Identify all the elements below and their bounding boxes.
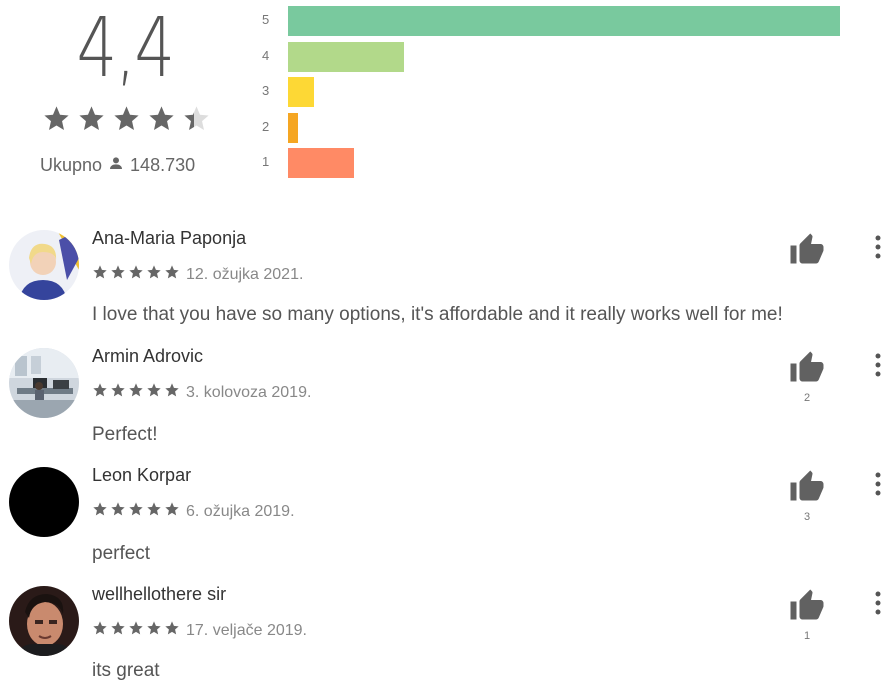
- star-icon: [92, 620, 108, 641]
- likes-count: 1: [803, 630, 811, 642]
- review-author: Leon Korpar: [92, 465, 192, 485]
- review-date: 6. ožujka 2019.: [186, 502, 295, 520]
- star-icon: [164, 264, 180, 285]
- star-icon: [128, 620, 144, 641]
- rating-summary: 4,4 Ukupno 148.730 5 4 3 2 1: [0, 0, 883, 200]
- histogram-bar: [288, 112, 298, 143]
- likes-count: 2: [803, 392, 811, 404]
- star-icon: [92, 501, 108, 522]
- star-half-icon: [182, 104, 211, 138]
- review-date: 17. veljače 2019.: [186, 621, 307, 639]
- thumbs-up-icon[interactable]: [789, 469, 825, 505]
- review-stars: 17. veljače 2019.: [92, 620, 307, 641]
- star-icon: [112, 104, 141, 138]
- star-icon: [110, 382, 126, 403]
- avatar: [9, 586, 79, 656]
- star-icon: [146, 382, 162, 403]
- more-vert-icon[interactable]: [868, 469, 883, 499]
- more-vert-icon[interactable]: [868, 350, 883, 380]
- star-icon: [164, 620, 180, 641]
- review-author: Ana-Maria Paponja: [92, 228, 247, 248]
- histogram-label: 1: [262, 154, 270, 169]
- star-icon: [146, 620, 162, 641]
- histogram-bar: [288, 148, 354, 178]
- star-icon: [42, 104, 71, 138]
- star-icon: [164, 382, 180, 403]
- histogram-label: 4: [262, 47, 270, 63]
- star-icon: [77, 104, 106, 138]
- average-stars: [42, 104, 211, 138]
- review-text: perfect: [92, 543, 151, 564]
- star-icon: [110, 501, 126, 522]
- review-stars: 12. ožujka 2021.: [92, 264, 303, 285]
- review-author: Armin Adrovic: [92, 346, 204, 366]
- star-icon: [146, 501, 162, 522]
- review-stars: 6. ožujka 2019.: [92, 501, 295, 522]
- average-score: 4,4: [76, 1, 175, 96]
- total-ratings: Ukupno 148.730: [40, 155, 195, 176]
- star-icon: [92, 382, 108, 403]
- avatar: [9, 348, 79, 418]
- review-date: 12. ožujka 2021.: [186, 265, 304, 283]
- review-text: I love that you have so many options, it…: [92, 304, 783, 325]
- star-icon: [92, 264, 108, 285]
- person-icon: [108, 155, 124, 176]
- total-count: 148.730: [130, 155, 196, 175]
- histogram-label: 3: [262, 83, 270, 98]
- thumbs-up-icon[interactable]: [789, 588, 825, 624]
- review-text: its great: [92, 660, 160, 681]
- review-date: 3. kolovoza 2019.: [186, 383, 312, 401]
- histogram-bar: [288, 41, 404, 72]
- star-icon: [147, 104, 176, 138]
- likes-count: 3: [803, 511, 811, 523]
- review-author: wellhellothere sir: [92, 584, 227, 604]
- histogram-bar: [288, 77, 314, 107]
- more-vert-icon[interactable]: [868, 232, 883, 262]
- thumbs-up-icon[interactable]: [789, 350, 825, 386]
- avatar: [9, 230, 79, 300]
- total-label: Ukupno: [40, 155, 103, 175]
- histogram-label: 5: [262, 12, 270, 27]
- review-stars: 3. kolovoza 2019.: [92, 382, 311, 403]
- thumbs-up-icon[interactable]: [789, 232, 825, 268]
- star-icon: [128, 382, 144, 403]
- more-vert-icon[interactable]: [868, 588, 883, 618]
- avatar: [9, 467, 79, 537]
- star-icon: [146, 264, 162, 285]
- star-icon: [110, 620, 126, 641]
- star-icon: [128, 501, 144, 522]
- histogram-bar: [288, 6, 840, 36]
- review-text: Perfect!: [92, 424, 158, 445]
- star-icon: [128, 264, 144, 285]
- histogram-label: 2: [262, 118, 270, 134]
- star-icon: [164, 501, 180, 522]
- star-icon: [110, 264, 126, 285]
